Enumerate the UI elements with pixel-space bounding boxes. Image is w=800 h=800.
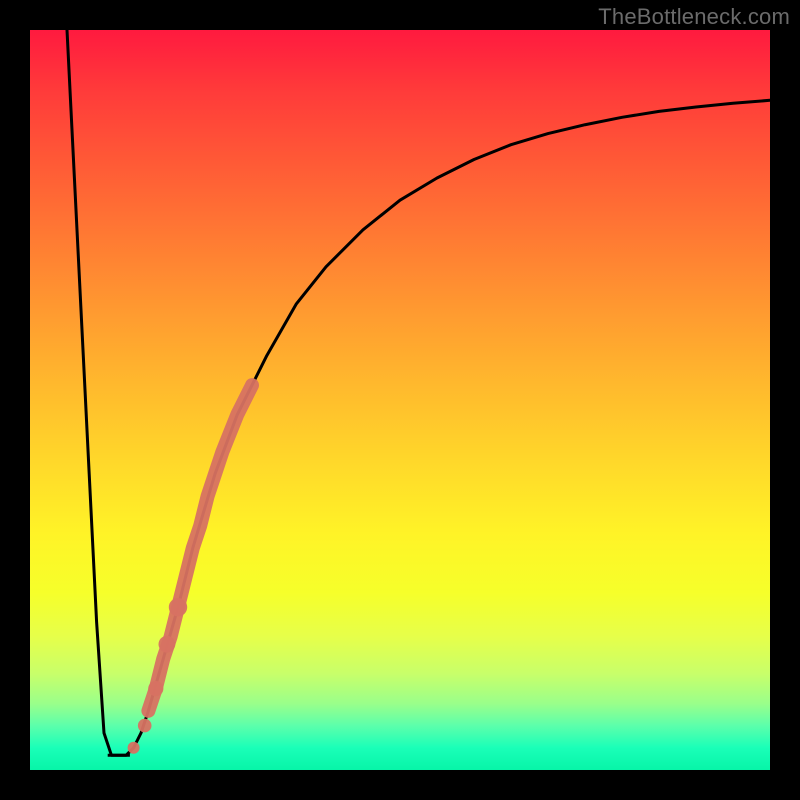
chart-frame: TheBottleneck.com: [0, 0, 800, 800]
highlight-band: [148, 385, 252, 711]
chart-overlay: [30, 30, 770, 770]
watermark-text: TheBottleneck.com: [598, 4, 790, 30]
